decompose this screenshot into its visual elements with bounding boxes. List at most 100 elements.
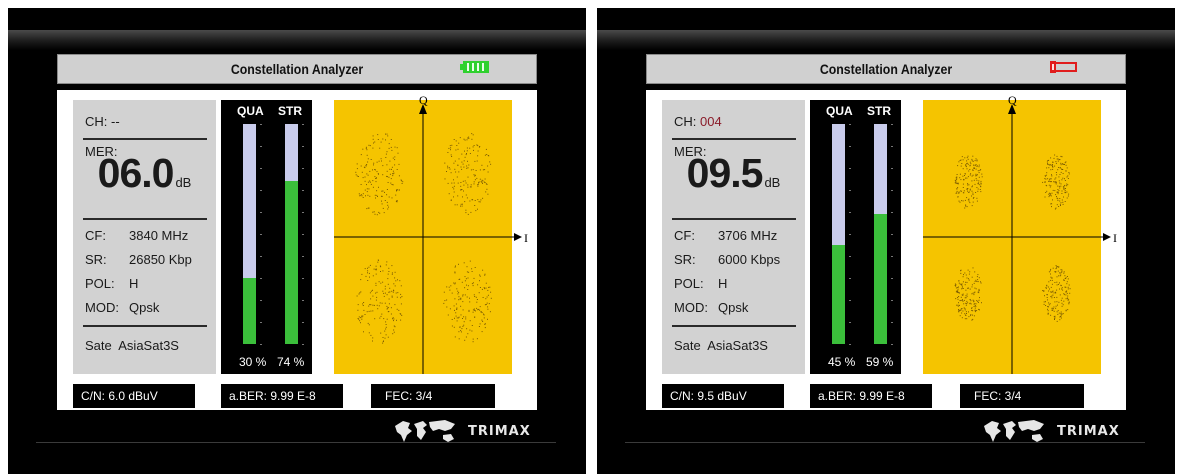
symbol-point	[1066, 283, 1068, 285]
symbol-point	[394, 271, 396, 273]
symbol-point	[384, 288, 386, 290]
symbol-point	[475, 170, 477, 171]
symbol-point	[383, 292, 385, 294]
symbol-point	[1052, 308, 1054, 310]
symbol-point	[475, 310, 476, 312]
symbol-point	[1049, 164, 1051, 166]
symbol-point	[359, 195, 361, 197]
symbol-point	[1057, 266, 1059, 268]
symbol-point	[1043, 301, 1045, 303]
symbol-point	[366, 208, 368, 210]
symbol-point	[1046, 161, 1048, 163]
symbol-point	[454, 204, 456, 206]
symbol-point	[971, 307, 973, 309]
symbol-point	[954, 182, 956, 184]
symbol-point	[486, 188, 488, 190]
symbol-point	[1056, 196, 1057, 197]
symbol-point	[356, 163, 358, 165]
symbol-point	[471, 133, 473, 135]
symbol-point	[476, 144, 478, 146]
symbol-point	[968, 278, 969, 280]
symbol-point	[366, 173, 368, 175]
symbol-point	[980, 180, 982, 182]
symbol-point	[386, 194, 388, 196]
symbol-point	[971, 276, 973, 278]
analyzer-screen-2: Constellation Analyzer CH: 004 MER: 09.5…	[597, 8, 1175, 474]
symbol-point	[482, 182, 483, 184]
symbol-point	[959, 173, 961, 175]
symbol-point	[1054, 208, 1056, 210]
symbol-point	[955, 180, 957, 182]
symbol-point	[1052, 168, 1054, 170]
symbol-point	[962, 168, 964, 170]
divider	[672, 218, 796, 220]
symbol-point	[1066, 176, 1068, 178]
symbol-point	[961, 312, 963, 314]
symbol-point	[958, 191, 960, 193]
symbol-point	[956, 177, 958, 179]
symbol-point	[1045, 301, 1046, 303]
symbol-point	[477, 150, 479, 152]
symbol-point	[484, 274, 486, 276]
symbol-point	[1053, 306, 1055, 308]
symbol-point	[1061, 288, 1063, 290]
symbol-point	[1045, 305, 1047, 306]
symbol-point	[1051, 203, 1053, 205]
symbol-point	[388, 176, 390, 178]
symbol-point	[368, 332, 370, 334]
symbol-point	[1047, 313, 1049, 315]
cn-readout: C/N: 6.0 dBuV	[73, 384, 195, 408]
symbol-point	[969, 161, 971, 163]
symbol-point	[955, 192, 957, 194]
symbol-point	[964, 207, 966, 209]
symbol-point	[964, 157, 966, 159]
symbol-point	[973, 282, 975, 284]
symbol-point	[1064, 191, 1066, 193]
symbol-point	[1069, 288, 1071, 290]
symbol-point	[463, 321, 465, 323]
symbol-point	[1062, 177, 1064, 179]
symbol-point	[1057, 158, 1059, 160]
symbol-point	[1046, 167, 1048, 169]
symbol-point	[389, 173, 391, 175]
symbol-point	[968, 170, 970, 172]
symbol-point	[1064, 164, 1065, 165]
symbol-point	[1055, 183, 1057, 185]
symbol-point	[965, 281, 967, 283]
symbol-point	[450, 149, 451, 151]
symbol-point	[1047, 160, 1049, 161]
scale-tick	[302, 168, 304, 169]
symbol-point	[391, 168, 392, 170]
symbol-point	[370, 298, 372, 300]
symbol-point	[377, 173, 379, 175]
symbol-point	[469, 153, 471, 154]
symbol-point	[385, 153, 387, 155]
symbol-point	[977, 190, 979, 192]
sr-value: 26850 Kbp	[129, 252, 192, 267]
fec-readout: FEC: 3/4	[371, 384, 495, 408]
symbol-point	[378, 281, 380, 283]
symbol-point	[487, 294, 489, 296]
symbol-point	[1047, 310, 1049, 312]
symbol-point	[979, 184, 981, 186]
symbol-point	[380, 158, 382, 160]
symbol-point	[361, 315, 363, 317]
scale-tick	[849, 212, 851, 213]
symbol-point	[1048, 167, 1050, 169]
symbol-point	[965, 302, 967, 304]
symbol-point	[385, 334, 387, 336]
symbol-point	[1062, 313, 1064, 315]
symbol-point	[975, 178, 977, 180]
symbol-point	[457, 148, 459, 150]
symbol-point	[380, 141, 382, 143]
symbol-point	[474, 296, 476, 297]
symbol-point	[400, 297, 402, 299]
symbol-point	[1045, 287, 1047, 288]
strength-percent: 59 %	[866, 355, 894, 369]
symbol-point	[465, 194, 467, 196]
symbol-point	[976, 276, 978, 278]
symbol-point	[377, 134, 379, 136]
bottom-bezel: TRIMAX	[8, 410, 586, 474]
symbol-point	[966, 160, 968, 162]
symbol-point	[959, 304, 960, 306]
